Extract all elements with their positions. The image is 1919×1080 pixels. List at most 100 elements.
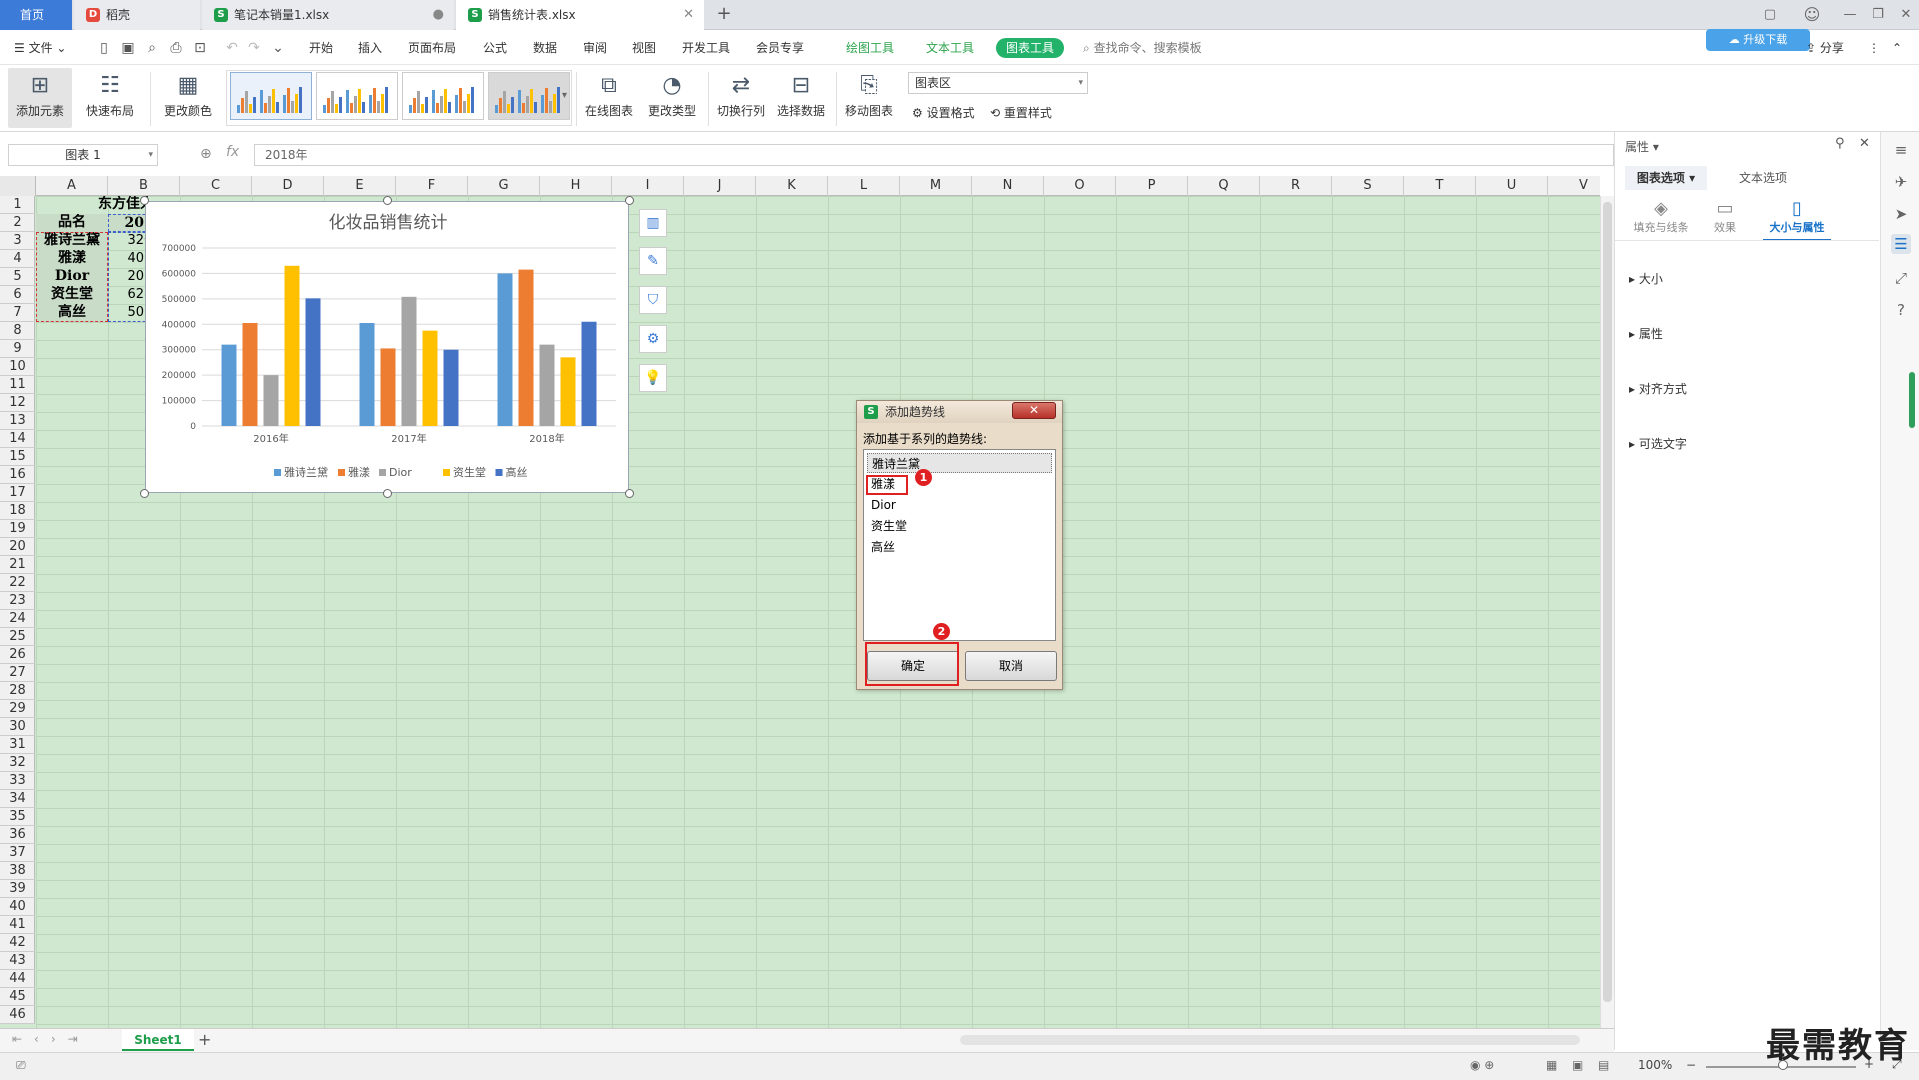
- zoom-formula-icon[interactable]: ⊕: [200, 146, 212, 162]
- row-header[interactable]: 16: [0, 466, 35, 484]
- row-header[interactable]: 21: [0, 556, 35, 574]
- more-icon[interactable]: ⌄: [270, 40, 286, 56]
- menu-page-layout[interactable]: 页面布局: [408, 31, 456, 65]
- row-header[interactable]: 17: [0, 484, 35, 502]
- column-header[interactable]: D: [252, 176, 324, 196]
- column-header[interactable]: A: [36, 176, 108, 196]
- list-item[interactable]: 高丝: [867, 537, 1052, 557]
- row-header[interactable]: 40: [0, 898, 35, 916]
- tab-notebook[interactable]: S 笔记本销量1.xlsx ●: [202, 0, 454, 30]
- column-header[interactable]: S: [1332, 176, 1404, 196]
- sheet-tab[interactable]: Sheet1: [122, 1029, 194, 1051]
- pin-icon[interactable]: ⚲: [1835, 136, 1845, 151]
- column-header[interactable]: B: [108, 176, 180, 196]
- section-alt-text[interactable]: ▸ 可选文字: [1629, 435, 1687, 452]
- print-preview-icon[interactable]: ⊡: [192, 40, 208, 56]
- tab-text-options[interactable]: 文本选项: [1739, 166, 1787, 190]
- scroll-thumb[interactable]: [1603, 202, 1612, 1002]
- resize-handle[interactable]: [625, 489, 634, 498]
- more-options-icon[interactable]: ⋮: [1868, 31, 1880, 65]
- row-header[interactable]: 37: [0, 844, 35, 862]
- help-icon[interactable]: ?: [1891, 300, 1911, 320]
- row-header[interactable]: 10: [0, 358, 35, 376]
- row-header[interactable]: 6: [0, 286, 35, 304]
- chart-settings-icon[interactable]: ⚙: [639, 325, 667, 353]
- row-header[interactable]: 5: [0, 268, 35, 286]
- column-header[interactable]: U: [1476, 176, 1548, 196]
- cancel-button[interactable]: 取消: [965, 651, 1057, 681]
- properties-icon[interactable]: ☰: [1891, 234, 1911, 254]
- chart[interactable]: 化妆品销售统计 0 100000 200000 300000 400000 500000 60…: [145, 201, 629, 493]
- save-icon[interactable]: ▣: [120, 40, 136, 56]
- row-header[interactable]: 27: [0, 664, 35, 682]
- horizontal-scrollbar[interactable]: [960, 1035, 1580, 1045]
- close-icon[interactable]: ✕: [1859, 136, 1870, 151]
- collapse-ribbon-icon[interactable]: ⌃: [1892, 31, 1902, 65]
- row-header[interactable]: 13: [0, 412, 35, 430]
- vertical-scrollbar[interactable]: [1600, 196, 1614, 1028]
- menu-draw-tool[interactable]: 绘图工具: [846, 31, 894, 65]
- column-header[interactable]: V: [1548, 176, 1600, 196]
- new-tab-icon[interactable]: +: [712, 0, 736, 30]
- change-color-button[interactable]: ▦ 更改颜色: [156, 68, 220, 128]
- column-header[interactable]: J: [684, 176, 756, 196]
- row-header[interactable]: 4: [0, 250, 35, 268]
- list-item[interactable]: Dior: [867, 495, 1052, 515]
- column-header[interactable]: L: [828, 176, 900, 196]
- column-header[interactable]: R: [1260, 176, 1332, 196]
- avatar[interactable]: ☺: [1798, 0, 1826, 30]
- close-window-icon[interactable]: ✕: [1892, 0, 1919, 30]
- row-header[interactable]: 42: [0, 934, 35, 952]
- column-header[interactable]: P: [1116, 176, 1188, 196]
- column-header[interactable]: T: [1404, 176, 1476, 196]
- row-header[interactable]: 32: [0, 754, 35, 772]
- resize-handle[interactable]: [140, 196, 149, 205]
- column-header[interactable]: F: [396, 176, 468, 196]
- row-header[interactable]: 30: [0, 718, 35, 736]
- gallery-more-icon[interactable]: ▾: [562, 90, 567, 101]
- row-header[interactable]: 20: [0, 538, 35, 556]
- menu-review[interactable]: 审阅: [583, 31, 607, 65]
- chart-style-brush-icon[interactable]: ✎: [639, 247, 667, 275]
- set-format-button[interactable]: ⚙ 设置格式: [912, 102, 975, 124]
- row-header[interactable]: 2: [0, 214, 35, 232]
- redo-icon[interactable]: ↷: [246, 40, 262, 56]
- resize-handle[interactable]: [140, 489, 149, 498]
- column-header[interactable]: N: [972, 176, 1044, 196]
- add-element-button[interactable]: ⊞ 添加元素: [8, 68, 72, 128]
- menu-start[interactable]: 开始: [309, 31, 333, 65]
- menu-data[interactable]: 数据: [533, 31, 557, 65]
- undo-icon[interactable]: ↶: [224, 40, 240, 56]
- chart-area-select[interactable]: 图表区 ▾: [908, 72, 1088, 94]
- chart-style-1[interactable]: [230, 72, 312, 120]
- menu-insert[interactable]: 插入: [358, 31, 382, 65]
- new-file-icon[interactable]: ▯: [96, 40, 112, 56]
- row-header[interactable]: 29: [0, 700, 35, 718]
- row-header[interactable]: 44: [0, 970, 35, 988]
- select-data-button[interactable]: ⊟ 选择数据: [772, 68, 830, 128]
- resize-handle[interactable]: [383, 196, 392, 205]
- zoom-level[interactable]: 100%: [1638, 1058, 1672, 1072]
- tab-sales[interactable]: S 销售统计表.xlsx ✕: [456, 0, 704, 30]
- row-header[interactable]: 9: [0, 340, 35, 358]
- column-header[interactable]: G: [468, 176, 540, 196]
- row-header[interactable]: 1: [0, 196, 35, 214]
- share-button[interactable]: ⇪ 分享: [1806, 31, 1844, 65]
- chart-style-4[interactable]: [488, 72, 570, 120]
- row-header[interactable]: 45: [0, 988, 35, 1006]
- column-header[interactable]: K: [756, 176, 828, 196]
- view-page-icon[interactable]: ▣: [1572, 1058, 1583, 1072]
- row-header[interactable]: 7: [0, 304, 35, 322]
- menu-chart-tool[interactable]: 图表工具: [996, 38, 1065, 58]
- switch-rowcol-button[interactable]: ⇄ 切换行列: [712, 68, 770, 128]
- column-header[interactable]: C: [180, 176, 252, 196]
- cloud-badge[interactable]: ☁ 升级下载: [1706, 29, 1810, 51]
- menu-lines-icon[interactable]: ≡: [1891, 140, 1911, 160]
- row-header[interactable]: 24: [0, 610, 35, 628]
- scroll-indicator[interactable]: [1909, 372, 1915, 428]
- macro-icon[interactable]: ⎚: [16, 1058, 26, 1073]
- series-list[interactable]: 雅诗兰黛 雅漾 Dior 资生堂 高丝: [863, 449, 1056, 641]
- zoom-out-icon[interactable]: −: [1686, 1058, 1696, 1072]
- file-menu[interactable]: ☰ 文件 ⌄: [14, 31, 66, 65]
- row-header[interactable]: 12: [0, 394, 35, 412]
